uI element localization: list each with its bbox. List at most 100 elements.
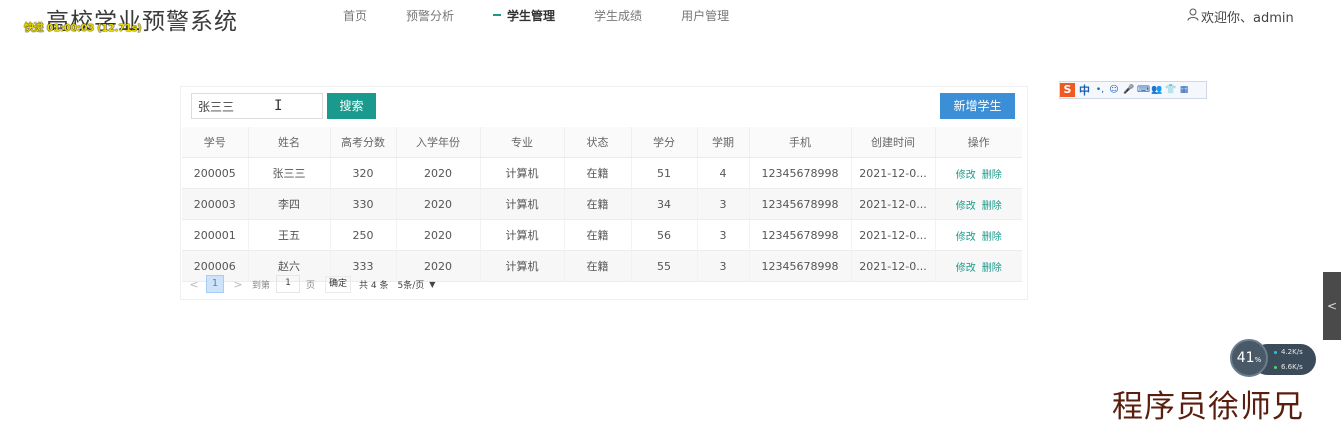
cell-actions: 修改 删除 [935,219,1022,251]
goto-label: 到第 [252,280,271,291]
cell-credits: 51 [631,157,698,189]
microphone-icon[interactable]: 🎤 [1123,85,1134,95]
page-unit-label: 页 [306,280,316,291]
cpu-usage-badge: 41% [1230,339,1268,377]
col-header-enroll-year[interactable]: 入学年份 [396,127,481,158]
punctuation-icon[interactable]: •, [1095,85,1105,95]
cell-status: 在籍 [564,188,632,220]
ime-toolbar: S 中 •, ☺ 🎤 ⌨ 👥 👕 ▦ [1059,81,1207,99]
table-row: 200003 李四 330 2020 计算机 在籍 34 3 123456789… [182,188,1022,220]
skin-icon[interactable]: 👕 [1165,85,1176,95]
col-header-phone[interactable]: 手机 [749,127,852,158]
table-row: 200001 王五 250 2020 计算机 在籍 56 3 123456789… [182,219,1022,251]
cell-major: 计算机 [480,157,565,189]
ime-lang-toggle[interactable]: 中 [1079,82,1090,98]
delete-link[interactable]: 删除 [982,170,1002,181]
chevron-left-icon: < [1326,299,1338,313]
cell-student-id: 200005 [182,157,249,189]
col-header-created[interactable]: 创建时间 [851,127,936,158]
cell-actions: 修改 删除 [935,157,1022,189]
cell-student-id: 200001 [182,219,249,251]
cell-major: 计算机 [480,188,565,220]
upload-dot-icon [1274,350,1277,354]
cell-enroll-year: 2020 [396,219,481,251]
users-icon[interactable]: 👥 [1151,85,1162,95]
user-menu[interactable]: 欢迎你、admin [1187,7,1294,26]
next-page-button[interactable]: > [232,278,244,291]
sogou-logo-icon[interactable]: S [1060,83,1075,97]
top-nav: 首页 预警分析 学生管理 学生成绩 用户管理 [343,7,768,25]
keyboard-icon[interactable]: ⌨ [1137,85,1150,95]
page-size-value: 5条/页 [397,280,425,291]
cell-actions: 修改 删除 [935,250,1022,282]
goto-page-input[interactable]: 1 [276,275,301,293]
nav-item-user-management[interactable]: 用户管理 [681,7,729,25]
menu-grid-icon[interactable]: ▦ [1179,85,1189,95]
user-icon [1187,8,1201,25]
student-table: 学号 姓名 高考分数 入学年份 专业 状态 学分 学期 手机 创建时间 操作 2… [182,127,1022,282]
search-button[interactable]: 搜索 [327,93,376,119]
cell-created: 2021-12-0... [851,250,936,282]
cell-name: 李四 [248,188,331,220]
nav-item-student-management[interactable]: 学生管理 [493,7,555,25]
nav-item-home[interactable]: 首页 [343,7,367,25]
cell-created: 2021-12-0... [851,188,936,220]
user-greeting: 欢迎你、admin [1201,11,1294,26]
edit-link[interactable]: 修改 [956,170,976,181]
upload-speed: 4.2K/s [1274,348,1303,356]
col-header-name[interactable]: 姓名 [248,127,331,158]
delete-link[interactable]: 删除 [982,201,1002,212]
watermark-text: 程序员徐师兄 [1112,389,1304,425]
col-header-semester[interactable]: 学期 [697,127,750,158]
delete-link[interactable]: 删除 [982,232,1002,243]
cell-status: 在籍 [564,219,632,251]
cell-semester: 3 [697,219,750,251]
search-input[interactable] [191,93,323,119]
cell-major: 计算机 [480,250,565,282]
chevron-down-icon: ▼ [429,279,436,289]
cell-created: 2021-12-0... [851,157,936,189]
cell-student-id: 200003 [182,188,249,220]
nav-item-student-grades[interactable]: 学生成绩 [594,7,642,25]
cell-name: 张三三 [248,157,331,189]
cell-exam-score: 250 [330,219,397,251]
video-overlay-tag: 快进 01:00:03 (12.71s) [24,23,142,34]
nav-item-warning-analysis[interactable]: 预警分析 [406,7,454,25]
col-header-status[interactable]: 状态 [564,127,632,158]
add-student-button[interactable]: 新增学生 [940,93,1015,119]
col-header-major[interactable]: 专业 [480,127,565,158]
download-dot-icon [1274,365,1277,369]
page-size-select[interactable]: 5条/页 ▼ [398,278,436,291]
col-header-exam-score[interactable]: 高考分数 [330,127,397,158]
edit-link[interactable]: 修改 [956,263,976,274]
net-speed-widget[interactable]: 41% 4.2K/s 6.6K/s [1230,339,1316,379]
edit-link[interactable]: 修改 [956,232,976,243]
prev-page-button[interactable]: < [188,278,200,291]
cell-exam-score: 330 [330,188,397,220]
col-header-student-id[interactable]: 学号 [182,127,249,158]
cell-major: 计算机 [480,219,565,251]
page-1-button[interactable]: 1 [206,275,224,293]
delete-link[interactable]: 删除 [982,263,1002,274]
cell-status: 在籍 [564,157,632,189]
cell-created: 2021-12-0... [851,219,936,251]
table-header-row: 学号 姓名 高考分数 入学年份 专业 状态 学分 学期 手机 创建时间 操作 [182,127,1022,158]
edit-link[interactable]: 修改 [956,201,976,212]
cell-exam-score: 320 [330,157,397,189]
text-cursor-icon: I [274,98,283,114]
cell-phone: 12345678998 [749,157,852,189]
cell-phone: 12345678998 [749,219,852,251]
download-speed: 6.6K/s [1274,363,1303,371]
side-collapse-handle[interactable]: < [1323,272,1341,340]
cell-semester: 3 [697,188,750,220]
cell-credits: 55 [631,250,698,282]
table-row: 200005 张三三 320 2020 计算机 在籍 51 4 12345678… [182,157,1022,189]
total-count: 共 4 条 [359,280,389,291]
cell-enroll-year: 2020 [396,157,481,189]
cell-credits: 56 [631,219,698,251]
cell-semester: 3 [697,250,750,282]
pagination: < 1 > 到第 1 页 确定 共 4 条 5条/页 ▼ [188,275,435,293]
goto-confirm-button[interactable]: 确定 [325,275,352,293]
emoji-icon[interactable]: ☺ [1109,85,1119,95]
col-header-credits[interactable]: 学分 [631,127,698,158]
